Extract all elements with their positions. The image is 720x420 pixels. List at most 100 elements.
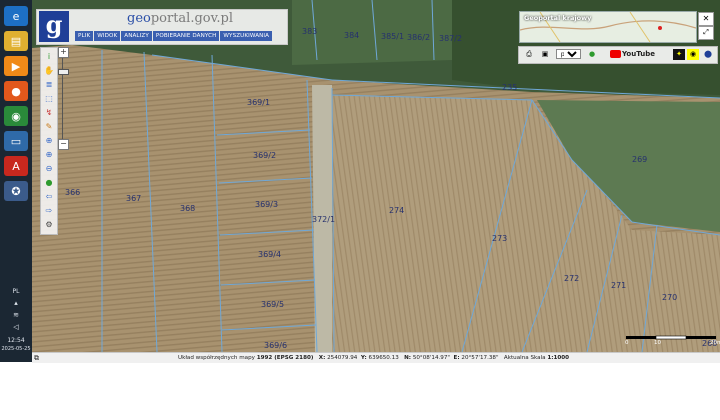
volume-icon[interactable]: ◁ [0, 324, 32, 331]
parcel-label: 270 [662, 293, 678, 302]
app-header: g geoportal.gov.pl PLIK WIDOK ANALIZY PO… [36, 9, 288, 45]
map-toolbar: i ✋ ≣ ⬚ ↯ ✎ ⊕ ⊕ ⊖ ● ⇦ ⇨ ⚙ [40, 47, 58, 235]
gps-icon[interactable]: ⊕ [43, 135, 55, 145]
media-player-icon[interactable]: ▶ [4, 56, 28, 76]
lon-label: E: [453, 355, 460, 361]
youtube-icon [610, 50, 621, 58]
pencil-icon[interactable]: ✎ [43, 121, 55, 131]
language-select[interactable]: pol [556, 49, 581, 59]
coordinates-readout: Układ współrzędnych mapy 1992 (EPSG 2180… [178, 353, 569, 363]
main-menu: PLIK WIDOK ANALIZY POBIERANIE DANYCH WYS… [75, 31, 273, 41]
clock-time[interactable]: 12:54 [0, 337, 32, 344]
copy-coords-icon[interactable]: ⧉ [34, 354, 42, 362]
firefox-icon[interactable]: ● [4, 81, 28, 101]
geoportal-logo[interactable]: g [39, 11, 69, 42]
window-app-icon[interactable]: ▭ [4, 131, 28, 151]
language-indicator[interactable]: PL [0, 288, 32, 295]
pan-hand-icon[interactable]: ✋ [43, 65, 55, 75]
arrow-back-icon[interactable]: ⇦ [43, 191, 55, 201]
overview-map[interactable]: Geoportal krajowy [519, 11, 697, 43]
parcel-label: 367 [126, 194, 142, 203]
zoom-out-icon[interactable]: ⊖ [43, 163, 55, 173]
measure-icon[interactable]: ↯ [43, 107, 55, 117]
parcel-label: 269 [632, 155, 648, 164]
lon-value: 20°57'17.38" [461, 355, 499, 361]
settings-icon[interactable]: ⚙ [43, 219, 55, 229]
parcel-label: 387/2 [439, 34, 463, 43]
geoportal-title[interactable]: geoportal.gov.pl [127, 11, 233, 26]
menu-pobieranie-danych[interactable]: POBIERANIE DANYCH [152, 31, 220, 41]
chrome-icon[interactable]: ◉ [4, 106, 28, 126]
parcel-label: 383 [302, 27, 318, 36]
parcel-label: 369/2 [253, 151, 277, 160]
parcel-label: 385/1 [381, 32, 405, 41]
accessibility-eye-icon[interactable]: ◉ [687, 49, 699, 60]
wcag-icon[interactable]: ⬤ [702, 49, 714, 60]
parcel-label: 366 [65, 188, 81, 197]
map-scale-bar: 0 10 20m [622, 334, 720, 348]
parcel-label: 386/2 [407, 33, 431, 42]
print-icon[interactable]: ⎙ [523, 49, 535, 60]
parcel-label: 369/5 [261, 300, 285, 309]
edge-icon[interactable]: e [4, 6, 28, 26]
title-rest: portal.gov.pl [150, 11, 234, 26]
zoom-out-button[interactable]: − [58, 139, 69, 150]
network-icon[interactable]: ▴ [0, 300, 32, 307]
zoom-in-icon[interactable]: ⊕ [43, 149, 55, 159]
menu-wyszukiwania[interactable]: WYSZUKIWANIA [220, 31, 273, 41]
clock-date[interactable]: 2025-05-25 [0, 346, 32, 353]
arrow-forward-icon[interactable]: ⇨ [43, 205, 55, 215]
settings-app-icon[interactable]: ✪ [4, 181, 28, 201]
parcel-label: 384 [344, 31, 360, 40]
crs-prefix: Układ współrzędnych mapy [178, 355, 255, 361]
globe-icon[interactable]: ● [43, 177, 55, 187]
crs-value: 1992 (EPSG 2180) [256, 355, 314, 361]
expand-icon[interactable]: ⤢ [698, 26, 714, 40]
lat-label: N: [404, 355, 412, 361]
parcel-label: 369/4 [258, 250, 282, 259]
overview-title: Geoportal krajowy [524, 14, 592, 22]
scale-tick-2: 20m [710, 340, 720, 346]
info-icon[interactable]: i [43, 51, 55, 61]
menu-widok[interactable]: WIDOK [94, 31, 121, 41]
file-explorer-icon[interactable]: ▤ [4, 31, 28, 51]
wifi-icon[interactable]: ≋ [0, 312, 32, 319]
windows-taskbar: e ▤ ▶ ● ◉ ▭ A ✪ PL ▴ ≋ ◁ 12:54 2025-05-2… [0, 0, 32, 362]
zoom-thumb[interactable] [58, 69, 69, 75]
title-geo: geo [127, 11, 151, 26]
scale-label: Aktualna Skala [503, 355, 546, 361]
parcel-label: 369/1 [247, 98, 271, 107]
parcel-label: 369/3 [255, 200, 279, 209]
x-label: X: [318, 355, 326, 361]
help-icon[interactable]: ● [586, 49, 598, 60]
y-value: 639650.13 [368, 355, 399, 361]
parcel-label: 369/6 [264, 341, 288, 350]
youtube-label: YouTube [622, 50, 655, 58]
zoom-in-button[interactable]: + [58, 47, 69, 58]
parcel-label: 235 [502, 83, 518, 92]
status-bar: ⧉ Układ współrzędnych mapy 1992 (EPSG 21… [32, 352, 720, 363]
right-panel: Geoportal krajowy ✕ ⤢ ⎙ ▣ pol ● YouTube … [518, 10, 718, 64]
parcel-label: 273 [492, 234, 508, 243]
parcel-label: 372/1 [312, 215, 336, 224]
save-icon[interactable]: ▣ [539, 49, 551, 60]
contrast-icon[interactable]: ✦ [673, 49, 685, 60]
parcel-label: 272 [564, 274, 580, 283]
layers-list-icon[interactable]: ≣ [43, 79, 55, 89]
pdf-reader-icon[interactable]: A [4, 156, 28, 176]
parcel-label: 274 [389, 206, 405, 215]
scale-tick-0: 0 [625, 340, 629, 346]
scale-tick-1: 10 [654, 340, 661, 346]
right-toolbar: ⎙ ▣ pol ● YouTube ✦ ◉ ⬤ [518, 46, 718, 64]
menu-analizy[interactable]: ANALIZY [121, 31, 152, 41]
close-icon[interactable]: ✕ [698, 12, 714, 26]
x-value: 254079.94 [327, 355, 358, 361]
select-rect-icon[interactable]: ⬚ [43, 93, 55, 103]
zoom-slider: + − [58, 47, 69, 150]
scale-value: 1:1000 [547, 355, 570, 361]
menu-plik[interactable]: PLIK [75, 31, 94, 41]
y-label: Y: [360, 355, 367, 361]
parcel-label: 271 [611, 281, 627, 290]
youtube-link[interactable]: YouTube [610, 49, 655, 60]
parcel-label: 368 [180, 204, 196, 213]
